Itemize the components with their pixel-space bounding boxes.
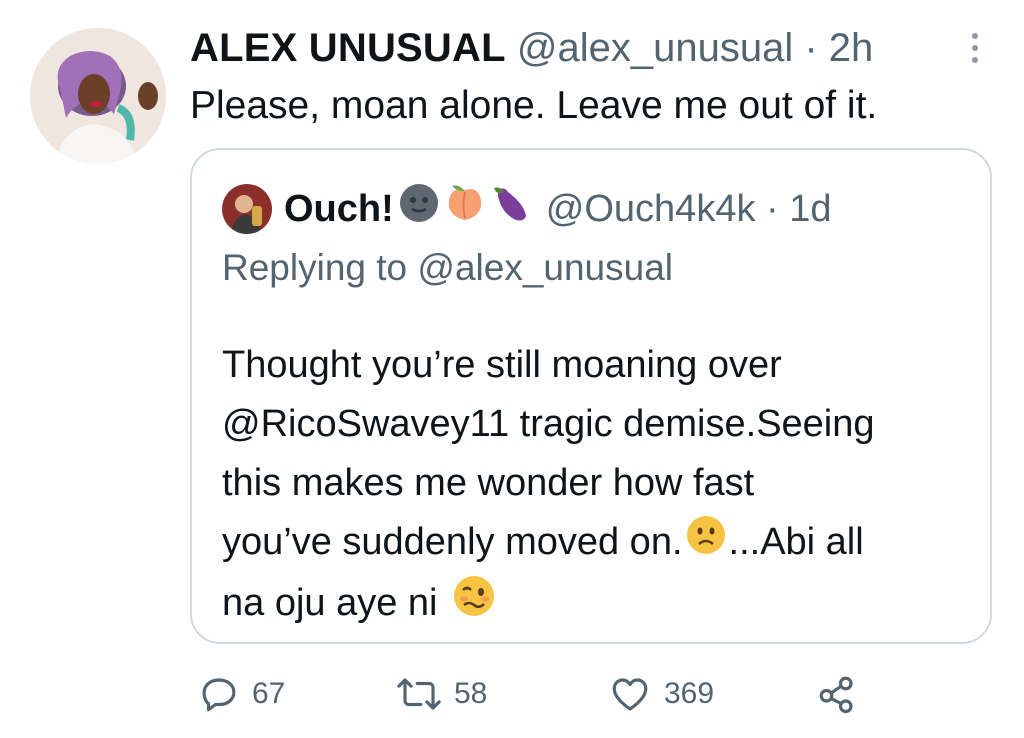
author-meta[interactable]: @alex_unusual · 2h bbox=[517, 26, 873, 70]
quoted-line-text: you’ve suddenly moved on. bbox=[222, 521, 683, 563]
quoted-line: @RicoSwavey11 tragic demise.Seeing bbox=[222, 395, 982, 454]
retweet-button[interactable]: 58 bbox=[396, 668, 487, 720]
quoted-avatar bbox=[222, 184, 272, 234]
reply-button[interactable]: 67 bbox=[198, 668, 285, 720]
reply-count: 67 bbox=[252, 677, 286, 710]
share-icon bbox=[819, 676, 853, 714]
author-name[interactable]: ALEX UNUSUAL bbox=[190, 26, 506, 70]
like-button[interactable]: 369 bbox=[608, 668, 714, 720]
quoted-line-text: ...Abi all bbox=[728, 521, 864, 563]
more-icon[interactable] bbox=[958, 28, 992, 68]
replying-prefix: Replying to bbox=[222, 247, 418, 288]
like-icon bbox=[612, 678, 648, 711]
action-bar: 67 58 369 bbox=[190, 668, 890, 720]
peach-emoji bbox=[444, 182, 486, 236]
share-button[interactable] bbox=[816, 668, 870, 720]
quoted-meta[interactable]: @Ouch4k4k · 1d bbox=[546, 185, 832, 233]
quoted-author-name[interactable]: Ouch! bbox=[284, 185, 394, 233]
new-moon-face-emoji bbox=[398, 182, 440, 236]
replying-handle[interactable]: @alex_unusual bbox=[417, 247, 673, 288]
eggplant-emoji bbox=[490, 182, 532, 236]
retweet-icon bbox=[397, 678, 441, 710]
woozy-face-emoji bbox=[452, 574, 496, 636]
frowning-face-emoji bbox=[685, 514, 727, 574]
retweet-count: 58 bbox=[454, 677, 488, 710]
quoted-tweet-card[interactable]: Ouch! @Ouch4k4k · 1d Replying to @alex_u… bbox=[190, 148, 992, 644]
replying-to: Replying to @alex_unusual bbox=[222, 244, 673, 292]
tweet-header: ALEX UNUSUAL @alex_unusual · 2h bbox=[190, 24, 873, 72]
quoted-text: Thought you’re still moaning over @RicoS… bbox=[222, 336, 982, 636]
quoted-line: Thought you’re still moaning over bbox=[222, 344, 782, 386]
like-count: 369 bbox=[664, 677, 715, 710]
quoted-line: na oju aye ni bbox=[222, 574, 982, 636]
quoted-line-text: na oju aye ni bbox=[222, 582, 438, 624]
mention-link[interactable]: @RicoSwavey11 tragic demise.Seeing bbox=[222, 403, 875, 445]
quoted-header: Ouch! @Ouch4k4k · 1d bbox=[222, 182, 832, 236]
reply-icon bbox=[202, 678, 236, 712]
quoted-line: you’ve suddenly moved on. ...Abi all bbox=[222, 513, 982, 574]
tweet-text: Please, moan alone. Leave me out of it. bbox=[190, 84, 878, 127]
author-avatar[interactable] bbox=[30, 28, 166, 164]
quoted-line: this makes me wonder how fast bbox=[222, 462, 755, 504]
